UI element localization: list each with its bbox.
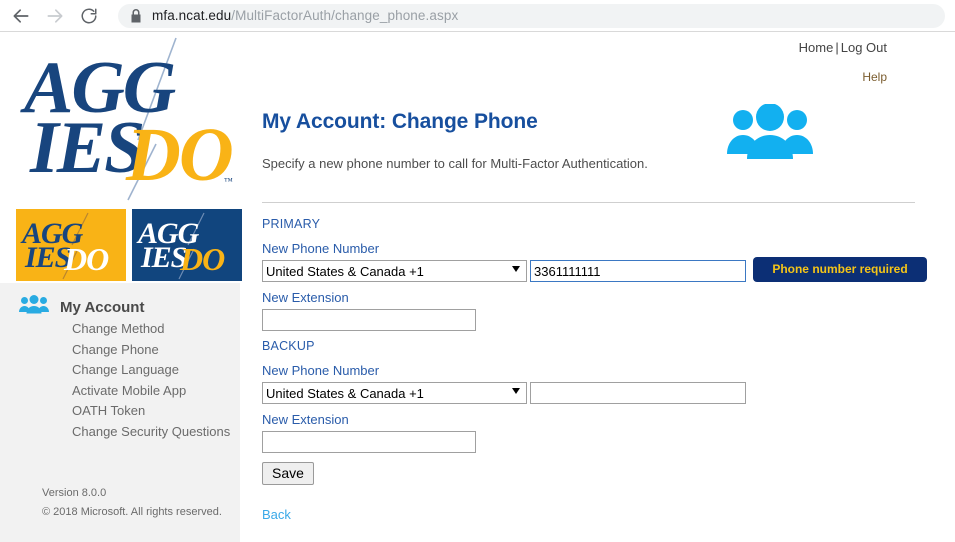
sidebar-nav-list: Change Method Change Phone Change Langua… (72, 319, 230, 442)
sidebar-item-activate-mobile-app[interactable]: Activate Mobile App (72, 381, 230, 402)
primary-country-code-wrapper[interactable]: United States & Canada +1 (262, 260, 527, 282)
people-group-icon (725, 103, 815, 167)
phone-required-badge: Phone number required (753, 257, 927, 282)
primary-phone-input[interactable] (530, 260, 746, 282)
aggies-do-blue-tile: AGG IES DO (132, 209, 242, 281)
page-title: My Account: Change Phone (262, 110, 538, 133)
sidebar-item-change-phone[interactable]: Change Phone (72, 340, 230, 361)
url-domain: mfa.ncat.edu (152, 8, 232, 23)
sidebar-item-change-language[interactable]: Change Language (72, 360, 230, 381)
backup-phone-input[interactable] (530, 382, 746, 404)
backup-section-label: BACKUP (262, 339, 315, 353)
logo-tiles: AGG IES DO AGG IES DO (16, 209, 242, 281)
sidebar-heading: My Account (18, 295, 144, 320)
aggies-do-gold-tile: AGG IES DO (16, 209, 126, 281)
aggies-do-logo: AGG IES DO ™ (16, 32, 256, 207)
backup-country-code-wrapper[interactable]: United States & Canada +1 (262, 382, 527, 404)
browser-chrome: mfa.ncat.edu/MultiFactorAuth/change_phon… (0, 0, 955, 32)
svg-text:DO: DO (179, 241, 225, 277)
copyright-text: © 2018 Microsoft. All rights reserved. (42, 506, 222, 518)
forward-arrow-icon (40, 1, 70, 31)
back-arrow-icon[interactable] (6, 1, 36, 31)
people-group-icon (18, 295, 50, 320)
reload-icon[interactable] (74, 1, 104, 31)
url-path: /MultiFactorAuth/change_phone.aspx (231, 8, 459, 23)
primary-country-code-select[interactable]: United States & Canada +1 (262, 260, 527, 282)
address-bar[interactable]: mfa.ncat.edu/MultiFactorAuth/change_phon… (118, 3, 945, 28)
page-subtitle: Specify a new phone number to call for M… (262, 156, 648, 171)
main-content: My Account: Change Phone Specify a new p… (262, 32, 955, 542)
aggies-do-logo-graphic: AGG IES DO ™ (20, 37, 234, 201)
sidebar-footer: Version 8.0.0 © 2018 Microsoft. All righ… (42, 484, 222, 522)
primary-phone-label: New Phone Number (262, 241, 380, 256)
primary-extension-input[interactable] (262, 309, 476, 331)
page-body: Home | Log Out Help AGG IES DO ™ AGG IES D… (0, 32, 955, 542)
sidebar-item-change-method[interactable]: Change Method (72, 319, 230, 340)
primary-extension-label: New Extension (262, 290, 349, 305)
version-text: Version 8.0.0 (42, 487, 107, 499)
backup-phone-label: New Phone Number (262, 363, 380, 378)
primary-section-label: PRIMARY (262, 217, 321, 231)
svg-text:DO: DO (63, 241, 109, 277)
lock-icon (130, 8, 142, 23)
svg-text:™: ™ (224, 176, 233, 186)
backup-extension-label: New Extension (262, 412, 349, 427)
url-text: mfa.ncat.edu/MultiFactorAuth/change_phon… (152, 8, 458, 23)
back-link[interactable]: Back (262, 507, 291, 522)
sidebar-item-change-security-questions[interactable]: Change Security Questions (72, 422, 230, 443)
sidebar: My Account Change Method Change Phone Ch… (0, 283, 240, 542)
content-divider (262, 202, 915, 203)
backup-extension-input[interactable] (262, 431, 476, 453)
svg-text:DO: DO (125, 113, 232, 197)
sidebar-heading-label: My Account (60, 299, 145, 316)
save-button[interactable]: Save (262, 462, 314, 485)
backup-country-code-select[interactable]: United States & Canada +1 (262, 382, 527, 404)
sidebar-item-oath-token[interactable]: OATH Token (72, 401, 230, 422)
